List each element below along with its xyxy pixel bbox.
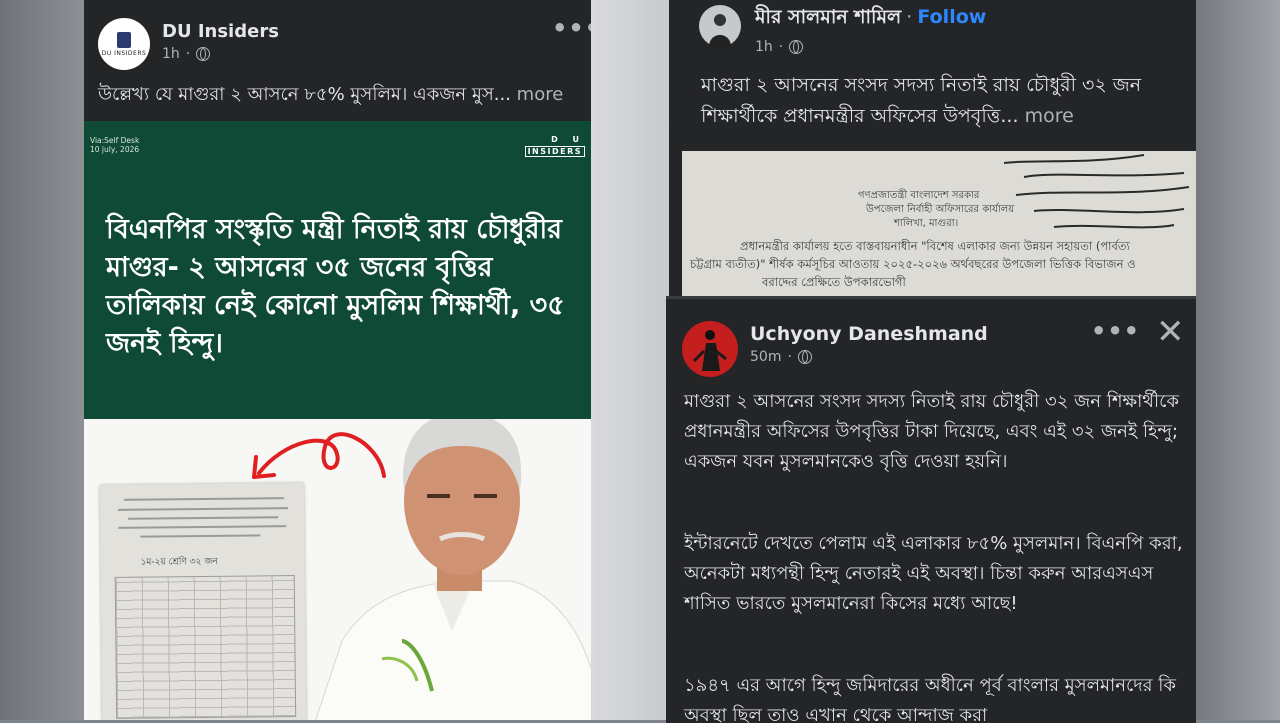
globe-icon — [789, 40, 804, 54]
more-options-icon[interactable]: ••• — [1091, 317, 1140, 345]
post-caption: উল্লেখ্য যে মাগুরা ২ আসনে ৮৫% মুসলিম। এক… — [98, 82, 588, 108]
avatar[interactable] — [699, 5, 741, 47]
avatar[interactable] — [682, 321, 738, 377]
source-label: Via:Self Desk 10 july, 2026 — [90, 136, 140, 154]
post-image-document[interactable]: গণপ্রজাতন্ত্রী বাংলাদেশ সরকার উপজেলা নির… — [682, 151, 1196, 296]
more-options-icon[interactable]: ••• — [552, 14, 591, 42]
handwritten-note — [1003, 154, 1190, 229]
follow-button[interactable]: Follow — [917, 6, 986, 28]
politician-photo — [315, 419, 591, 720]
post-time[interactable]: 50m — [750, 349, 781, 365]
banner-headline: বিএনপির সংস্কৃতি মন্ত্রী নিতাই রায় চৌধু… — [106, 214, 565, 359]
globe-icon — [797, 350, 812, 364]
post-paragraph-1: মাগুরা ২ আসনের সংসদ সদস্য নিতাই রায় চৌধ… — [684, 391, 1179, 472]
post-header: মীর সালমান শামিল · Follow 1h · — [699, 5, 986, 55]
post-image-banner[interactable]: Via:Self Desk 10 july, 2026 D U INSIDERS… — [84, 121, 591, 419]
author-name[interactable]: Uchyony Daneshmand — [750, 323, 988, 345]
post-caption: মাগুরা ২ আসনের সংসদ সদস্য নিতাই রায় চৌধ… — [701, 70, 1191, 132]
post-time[interactable]: 1h — [755, 39, 773, 55]
post-uchyony-daneshmand: Uchyony Daneshmand 50m · ••• ✕ মাগুরা ২ … — [666, 296, 1196, 723]
author-name[interactable]: মীর সালমান শামিল — [755, 6, 901, 28]
post-image-photo[interactable]: ১ম-২য় শ্রেণি ৩২ জন — [84, 419, 591, 720]
post-du-insiders: DU INSIDERS DU Insiders 1h · ••• উল্লেখ্… — [84, 0, 591, 720]
student-list-document: ১ম-২য় শ্রেণি ৩২ জন — [99, 482, 307, 720]
see-more-link[interactable]: more — [517, 84, 564, 105]
post-header: DU INSIDERS DU Insiders 1h · — [98, 18, 279, 70]
caption-text: মাগুরা ২ আসনের সংসদ সদস্য নিতাই রায় চৌধ… — [701, 74, 1142, 127]
document-class-label: ১ম-২য় শ্রেণি ৩২ জন — [140, 556, 218, 568]
background-left — [0, 0, 84, 720]
avatar-logo-text: DU INSIDERS — [101, 49, 147, 57]
du-insiders-logo: D U INSIDERS — [524, 135, 585, 157]
avatar[interactable]: DU INSIDERS — [98, 18, 150, 70]
post-time[interactable]: 1h — [162, 46, 180, 62]
see-more-link[interactable]: more — [1025, 105, 1074, 127]
background-right — [1196, 0, 1280, 720]
close-icon[interactable]: ✕ — [1156, 315, 1185, 349]
globe-icon — [196, 47, 211, 61]
post-header: Uchyony Daneshmand 50m · — [682, 321, 988, 377]
post-paragraph-2: ইন্টারনেটে দেখতে পেলাম এই এলাকার ৮৫% মুস… — [684, 533, 1183, 614]
background-middle — [591, 0, 669, 720]
du-logo-icon — [117, 31, 131, 48]
post-mir-salman-shamil: মীর সালমান শামিল · Follow 1h · মাগুরা ২ … — [669, 0, 1196, 296]
post-paragraph-3: ১৯৪৭ এর আগে হিন্দু জমিদারের অধীনে পূর্ব … — [684, 675, 1177, 723]
author-name[interactable]: DU Insiders — [162, 21, 279, 42]
caption-text: উল্লেখ্য যে মাগুরা ২ আসনে ৮৫% মুসলিম। এক… — [98, 84, 511, 105]
